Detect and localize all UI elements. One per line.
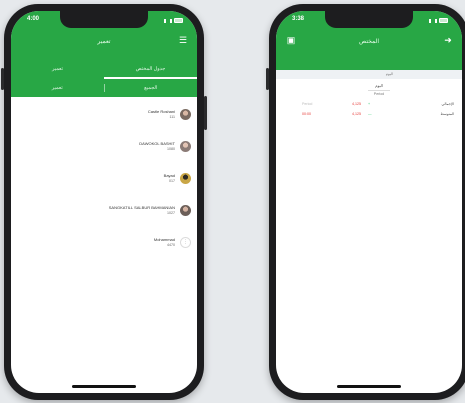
- signal-icon: [429, 18, 437, 23]
- contact-sub: 4470: [167, 243, 175, 247]
- contact-list: Castle Roshani 111 DAWOKOL BASHIT 1080 B…: [11, 101, 197, 259]
- summary-line-2: Period: [368, 90, 390, 96]
- arrow-right-icon[interactable]: ➜: [443, 35, 453, 45]
- status-icons: [164, 18, 183, 23]
- data-row: 00:00 4,125 — المتوسط: [276, 111, 462, 120]
- tab-specialist-table[interactable]: جدول المختص: [104, 59, 197, 79]
- contact-sub: 017: [169, 179, 175, 183]
- signal-icon: [164, 18, 172, 23]
- hamburger-icon[interactable]: ☰: [178, 35, 188, 45]
- row-value-red: 4,125: [352, 112, 361, 116]
- screen: 3:38 ▣ المختص ➜ اليوم اليوم Period Perio…: [276, 11, 462, 393]
- subtab-repair[interactable]: تعمیر: [11, 81, 104, 95]
- row-label: الإجمالي: [441, 102, 454, 106]
- phone-left: 4:00 تعمیر ☰ تعمیر جدول المختص تعمیر الج…: [1, 4, 207, 400]
- filter-bar[interactable]: اليوم: [276, 70, 462, 79]
- status-time: 4:00: [27, 16, 40, 22]
- contact-name: Bayad: [163, 173, 175, 178]
- person-placeholder-icon: ⋮: [180, 237, 191, 248]
- avatar: [180, 173, 191, 184]
- avatar: [180, 109, 191, 120]
- phone-right: 3:38 ▣ المختص ➜ اليوم اليوم Period Perio…: [266, 4, 465, 400]
- screen: 4:00 تعمیر ☰ تعمیر جدول المختص تعمیر الج…: [11, 11, 197, 393]
- status-time: 3:38: [292, 16, 305, 22]
- contact-name: SANGKATILL SALBUR BAHMANIAN: [108, 205, 175, 210]
- home-indicator: [337, 385, 401, 388]
- contact-item[interactable]: SANGKATILL SALBUR BAHMANIAN 1027: [11, 197, 197, 227]
- contact-sub: 1027: [167, 211, 175, 215]
- contact-item[interactable]: Bayad 017: [11, 165, 197, 195]
- volume-button: [266, 68, 269, 90]
- contact-item[interactable]: Mohammad 4470 ⋮: [11, 229, 197, 259]
- top-tabs: تعمیر جدول المختص: [11, 59, 197, 79]
- notch: [325, 11, 413, 28]
- subtab-all[interactable]: الجميع: [105, 81, 198, 95]
- row-value-green: —: [368, 112, 372, 116]
- avatar: [180, 205, 191, 216]
- page-title: المختص: [359, 39, 379, 45]
- contact-sub: 1080: [167, 147, 175, 151]
- summary-box: اليوم Period: [368, 83, 390, 96]
- contact-item[interactable]: Castle Roshani 111: [11, 101, 197, 131]
- summary-line-1: اليوم: [375, 84, 383, 88]
- avatar: [180, 141, 191, 152]
- contact-name: Castle Roshani: [147, 109, 175, 114]
- tab-repair[interactable]: تعمیر: [11, 59, 104, 79]
- contact-item[interactable]: DAWOKOL BASHIT 1080: [11, 133, 197, 163]
- power-button: [204, 96, 207, 130]
- data-row: Period 4,125 + الإجمالي: [276, 101, 462, 110]
- sub-tabs: تعمیر الجميع: [11, 81, 197, 95]
- contact-name: Mohammad: [153, 237, 175, 242]
- battery-icon: [174, 18, 183, 23]
- contact-name: DAWOKOL BASHIT: [139, 141, 175, 146]
- row-high: 00:00: [302, 112, 311, 116]
- contact-sub: 111: [169, 115, 175, 119]
- status-icons: [429, 18, 448, 23]
- row-label: المتوسط: [440, 112, 454, 116]
- battery-icon: [439, 18, 448, 23]
- row-value-green: +: [368, 102, 371, 106]
- notch: [60, 11, 148, 28]
- row-high: Period: [302, 102, 313, 106]
- page-title: تعمیر: [97, 39, 111, 45]
- filter-label: اليوم: [385, 72, 393, 76]
- volume-button: [1, 68, 4, 90]
- home-indicator: [72, 385, 136, 388]
- row-value-red: 4,125: [352, 102, 361, 106]
